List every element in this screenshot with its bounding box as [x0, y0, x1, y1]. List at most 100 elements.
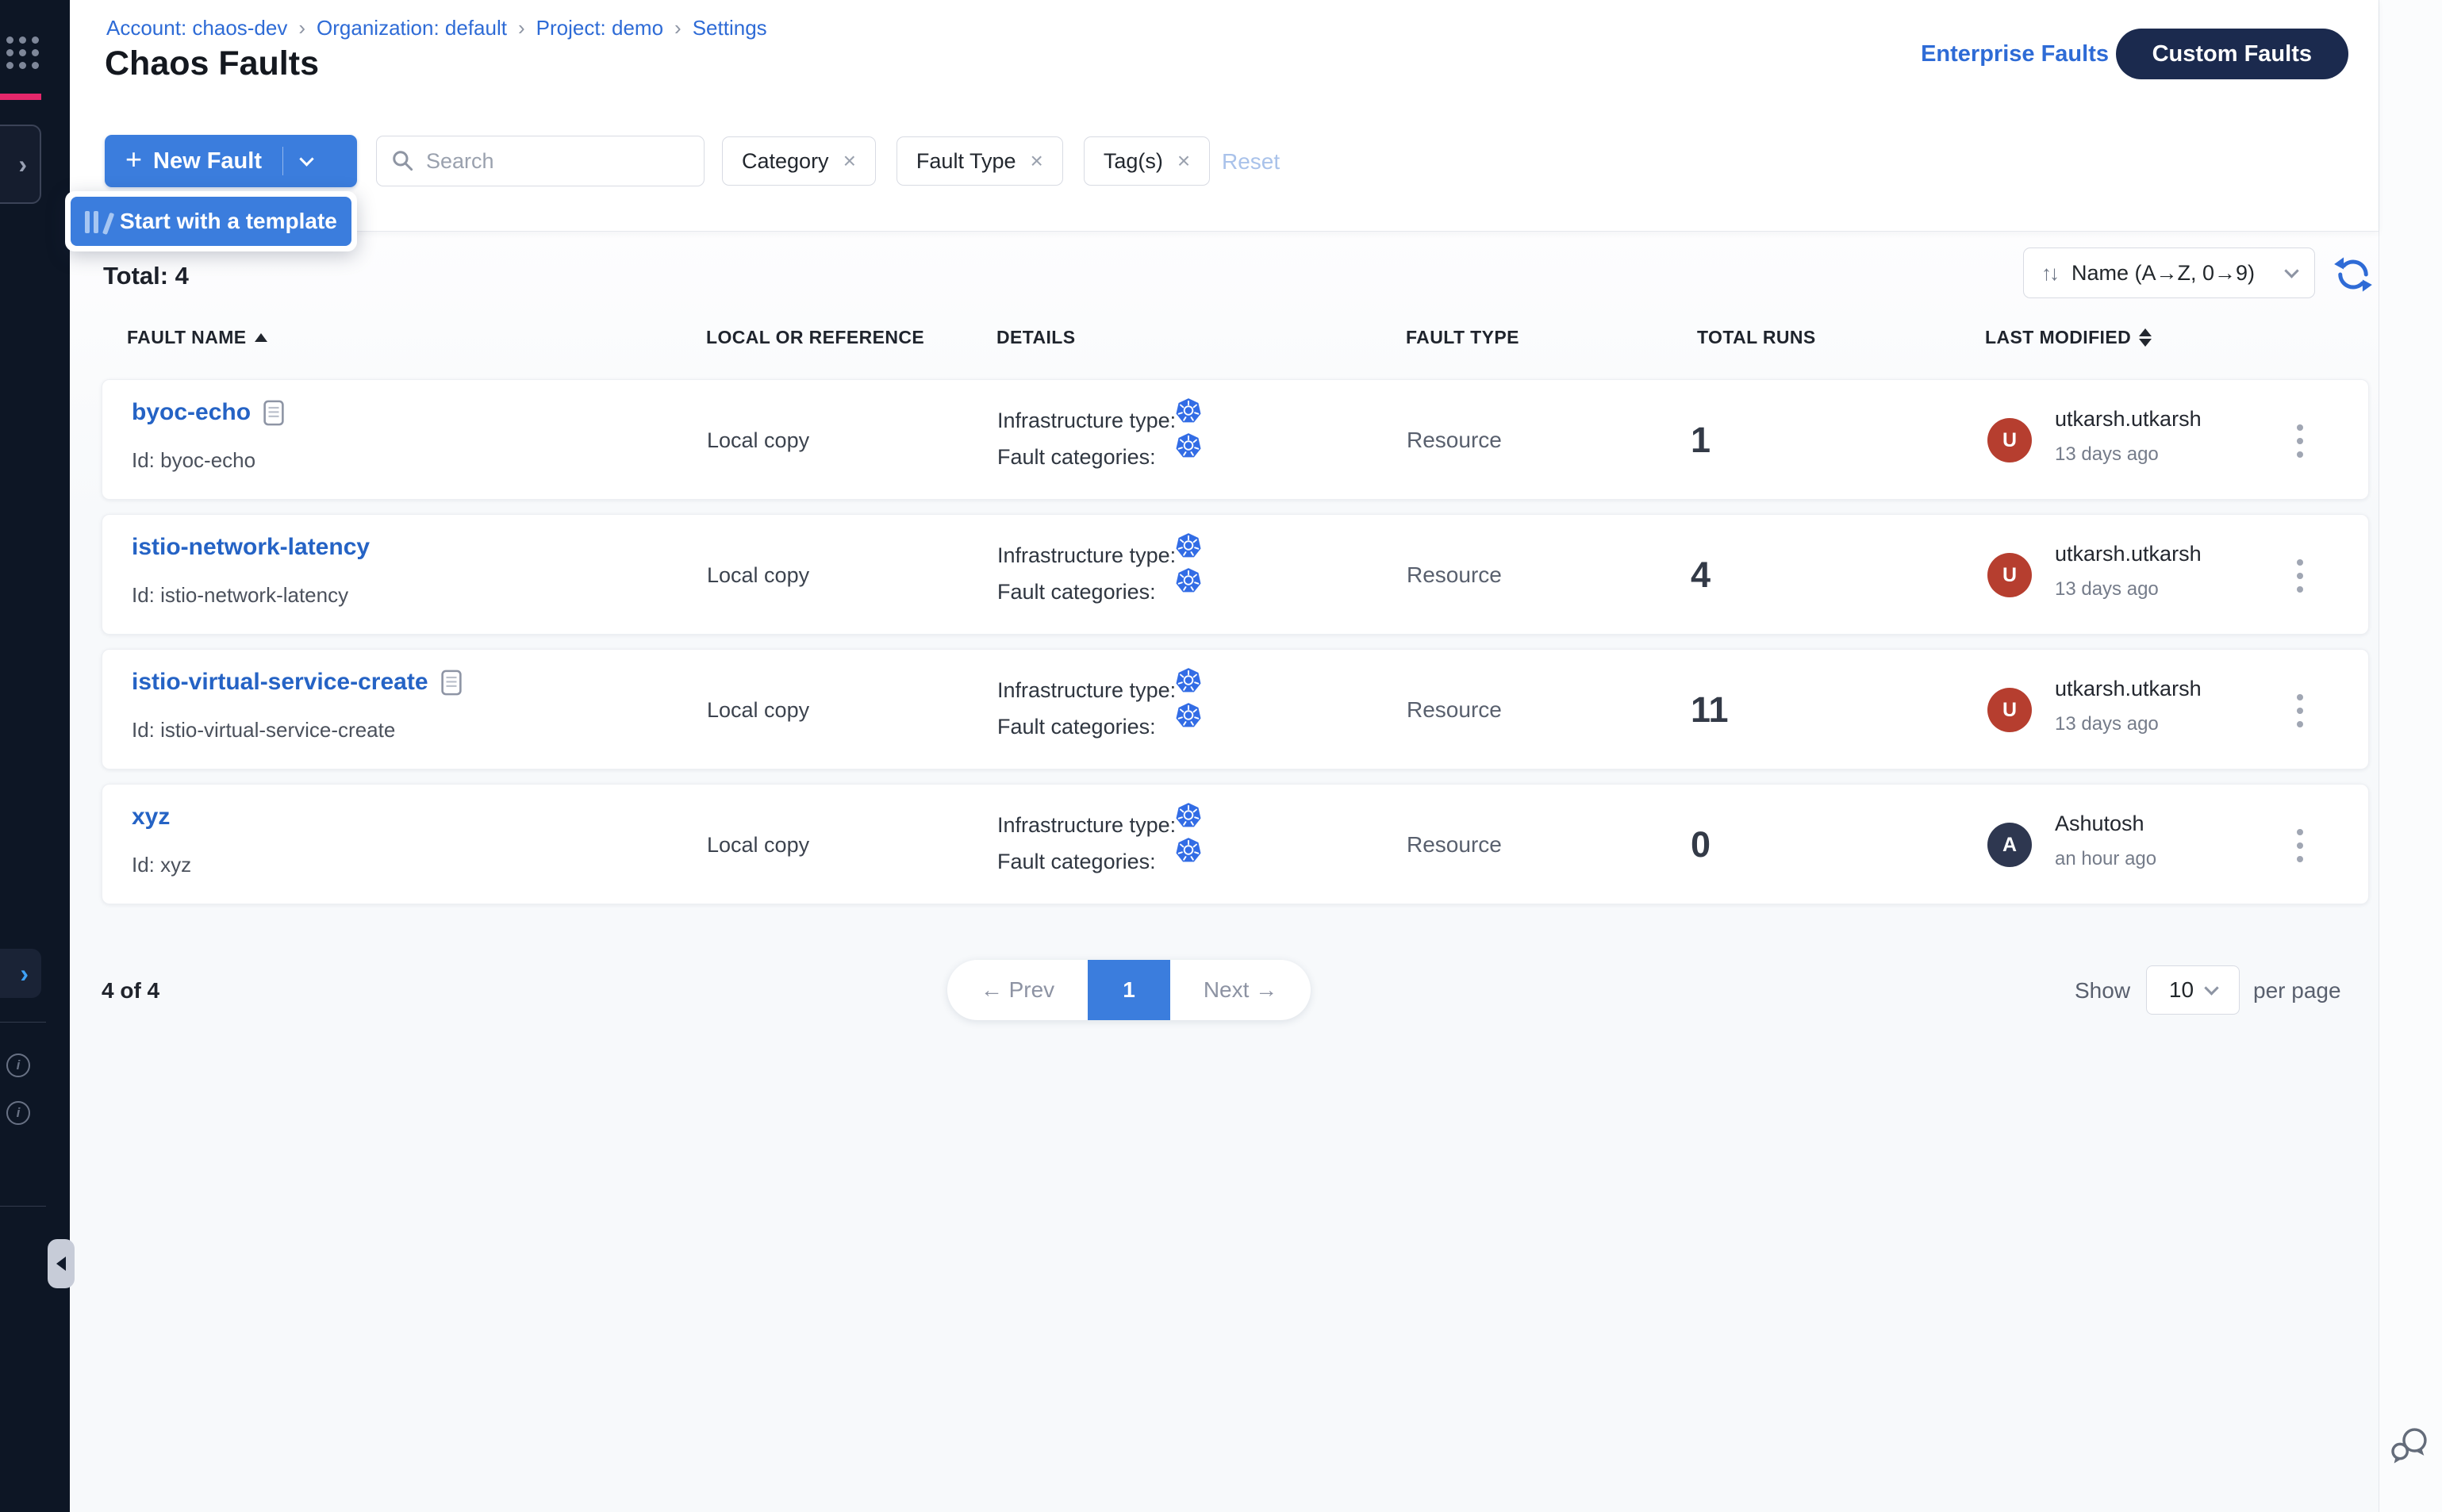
details-icons: [1175, 667, 1202, 729]
chat-support-icon[interactable]: [2387, 1423, 2432, 1472]
fault-name-link[interactable]: istio-virtual-service-create: [132, 669, 428, 696]
kubernetes-icon: [1175, 702, 1202, 729]
pagination-count: 4 of 4: [102, 978, 159, 1004]
sidebar-divider: [0, 1022, 46, 1023]
table-row: istio-network-latency Id: istio-network-…: [102, 514, 2369, 635]
right-utility-rail: [2379, 0, 2442, 1512]
page-size-select[interactable]: 10: [2146, 965, 2240, 1015]
breadcrumb-organization[interactable]: Organization: default: [317, 16, 507, 40]
modified-by-user: utkarsh.utkarsh: [2055, 677, 2202, 701]
local-or-reference-value: Local copy: [707, 515, 809, 635]
prev-page-button[interactable]: ← Prev: [947, 960, 1088, 1020]
description-icon[interactable]: [441, 670, 462, 696]
fault-name-link[interactable]: istio-network-latency: [132, 534, 370, 561]
close-icon[interactable]: ×: [843, 148, 856, 174]
filter-chip-tags[interactable]: Tag(s) ×: [1084, 136, 1210, 186]
breadcrumb-settings[interactable]: Settings: [693, 16, 767, 40]
new-fault-dropdown-menu: Start with a template: [65, 191, 357, 251]
avatar: A: [1987, 823, 2032, 867]
fault-name-link[interactable]: byoc-echo: [132, 399, 251, 426]
breadcrumb-project[interactable]: Project: demo: [536, 16, 663, 40]
column-header-total-runs: TOTAL RUNS: [1697, 327, 1816, 348]
breadcrumb: Account: chaos-dev › Organization: defau…: [106, 16, 767, 40]
row-menu-kebab-icon[interactable]: [2294, 826, 2306, 865]
reset-filters-link[interactable]: Reset: [1222, 149, 1280, 175]
avatar: U: [1987, 553, 2032, 597]
kubernetes-icon: [1175, 667, 1202, 694]
fault-name-link[interactable]: xyz: [132, 804, 170, 831]
info-icon[interactable]: i: [6, 1101, 30, 1125]
total-runs-value: 1: [1691, 380, 1711, 501]
total-runs-value: 11: [1691, 650, 1729, 770]
app-launcher-icon[interactable]: [6, 36, 39, 69]
breadcrumb-separator: ›: [518, 16, 525, 40]
fault-type-value: Resource: [1407, 515, 1502, 635]
sidebar-divider: [0, 1206, 46, 1207]
enterprise-faults-link[interactable]: Enterprise Faults: [1921, 41, 2109, 67]
avatar: U: [1987, 688, 2032, 732]
next-page-button[interactable]: Next →: [1170, 960, 1311, 1020]
table-row: xyz Id: xyz Local copy Infrastructure ty…: [102, 784, 2369, 904]
sidenav-expand-button[interactable]: ›: [0, 125, 41, 204]
new-fault-label: New Fault: [153, 148, 262, 175]
modified-time: an hour ago: [2055, 848, 2156, 870]
filter-chip-category[interactable]: Category ×: [722, 136, 876, 186]
filter-chip-fault-type[interactable]: Fault Type ×: [897, 136, 1063, 186]
column-header-details: DETAILS: [996, 327, 1075, 348]
chevron-down-icon: [299, 152, 313, 166]
close-icon[interactable]: ×: [1177, 148, 1190, 174]
column-header-fault-name[interactable]: FAULT NAME: [127, 327, 267, 348]
column-header-fault-type: FAULT TYPE: [1406, 327, 1519, 348]
row-menu-kebab-icon[interactable]: [2294, 691, 2306, 731]
description-icon[interactable]: [263, 400, 284, 426]
details-icons: [1175, 397, 1202, 459]
breadcrumb-account[interactable]: Account: chaos-dev: [106, 16, 287, 40]
modified-time: 13 days ago: [2055, 578, 2159, 601]
kubernetes-icon: [1175, 532, 1202, 559]
sort-both-icon: [2139, 328, 2152, 347]
sidenav-bottom-expand-button[interactable]: ›: [0, 949, 41, 998]
kubernetes-icon: [1175, 837, 1202, 864]
close-icon[interactable]: ×: [1031, 148, 1043, 174]
chevron-down-icon: [2204, 980, 2218, 995]
sort-asc-icon: [255, 333, 267, 342]
total-runs-value: 0: [1691, 785, 1711, 905]
details-icons: [1175, 532, 1202, 594]
local-or-reference-value: Local copy: [707, 380, 809, 501]
search-field[interactable]: [376, 136, 705, 186]
chevron-down-icon: [2284, 263, 2298, 278]
details-labels: Infrastructure type: Fault categories:: [997, 537, 1176, 610]
kubernetes-icon: [1175, 567, 1202, 594]
sort-arrows-icon: ↑↓: [2041, 261, 2057, 286]
fault-type-value: Resource: [1407, 650, 1502, 770]
fault-id: Id: istio-virtual-service-create: [132, 718, 395, 743]
menu-item-start-with-template[interactable]: Start with a template: [71, 197, 351, 246]
row-menu-kebab-icon[interactable]: [2294, 421, 2306, 461]
row-menu-kebab-icon[interactable]: [2294, 556, 2306, 596]
fault-type-value: Resource: [1407, 785, 1502, 905]
search-input[interactable]: [426, 149, 664, 174]
fault-type-value: Resource: [1407, 380, 1502, 501]
modified-time: 13 days ago: [2055, 443, 2159, 466]
nav-active-accent: [0, 94, 41, 100]
modified-time: 13 days ago: [2055, 713, 2159, 735]
table-row: istio-virtual-service-create Id: istio-v…: [102, 649, 2369, 769]
new-fault-dropdown-toggle[interactable]: [283, 159, 329, 164]
kubernetes-icon: [1175, 802, 1202, 829]
local-or-reference-value: Local copy: [707, 650, 809, 770]
current-page-button[interactable]: 1: [1088, 960, 1170, 1020]
column-header-last-modified[interactable]: LAST MODIFIED: [1985, 327, 2152, 348]
sidebar-collapse-handle[interactable]: [48, 1239, 75, 1288]
new-fault-button[interactable]: + New Fault: [105, 135, 357, 187]
pagination-control: ← Prev 1 Next →: [947, 960, 1311, 1020]
details-labels: Infrastructure type: Fault categories:: [997, 402, 1176, 475]
sort-select[interactable]: ↑↓ Name (A→Z, 0→9): [2023, 248, 2315, 298]
custom-faults-button[interactable]: Custom Faults: [2116, 29, 2348, 79]
page-title: Chaos Faults: [105, 44, 319, 83]
modified-by-user: Ashutosh: [2055, 812, 2144, 836]
main-content: Account: chaos-dev › Organization: defau…: [70, 0, 2379, 1512]
refresh-button[interactable]: [2333, 254, 2374, 299]
show-label: Show: [2075, 978, 2130, 1004]
info-icon[interactable]: i: [6, 1053, 30, 1077]
fault-id: Id: byoc-echo: [132, 448, 255, 473]
